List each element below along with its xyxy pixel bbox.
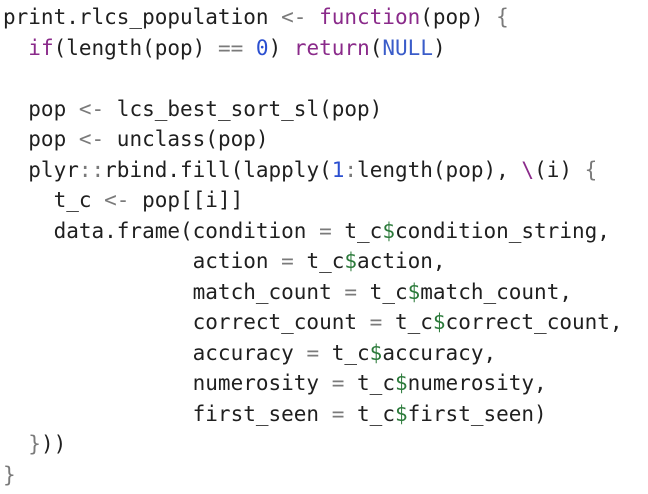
code-token-default	[243, 36, 256, 60]
code-token-dollar: $	[344, 249, 358, 273]
code-token-default: unclass(pop)	[104, 127, 269, 151]
code-token-default: numerosity,	[407, 371, 547, 395]
code-token-op: ::	[78, 157, 105, 182]
code-token-number: 0	[255, 35, 269, 60]
code-token-op: ==	[217, 35, 244, 60]
code-line: pop <- unclass(pop)	[3, 124, 648, 155]
code-line: pop <- lcs_best_sort_sl(pop)	[3, 94, 648, 125]
code-token-default: ))	[40, 432, 67, 456]
code-token-number: 1	[331, 157, 345, 182]
code-line: accuracy = t_c$accuracy,	[3, 338, 648, 369]
code-token-default: first_seen)	[407, 401, 547, 426]
code-line: correct_count = t_c$correct_count,	[3, 307, 648, 338]
code-token-op: <-	[268, 5, 320, 29]
code-token-default: t_c	[357, 279, 408, 304]
code-token-default: condition_string,	[394, 218, 610, 243]
code-token-default: pop[[i]]	[129, 188, 244, 212]
code-token-default: t_c	[344, 401, 395, 426]
code-token-keyword: \	[521, 157, 535, 182]
code-token-default: )	[268, 35, 294, 60]
code-token-op: =	[331, 401, 345, 426]
code-token-default	[3, 432, 28, 456]
code-line: first_seen = t_c$first_seen)	[3, 399, 648, 430]
code-token-dollar: $	[394, 401, 408, 426]
code-editor[interactable]: print.rlcs_population <- function(pop) {…	[0, 0, 648, 494]
code-token-default: length(pop),	[357, 157, 522, 182]
code-token-dollar: $	[432, 310, 446, 334]
code-token-op: <-	[104, 188, 130, 212]
code-token-default: (	[369, 35, 383, 60]
code-token-constant: NULL	[382, 35, 433, 60]
code-line: data.frame(condition = t_c$condition_str…	[3, 216, 648, 247]
code-token-default: accuracy,	[382, 340, 497, 365]
code-token-default: t_c	[382, 310, 433, 334]
code-token-op: =	[331, 371, 345, 395]
code-line: numerosity = t_c$numerosity,	[3, 368, 648, 399]
code-token-dollar: $	[382, 218, 395, 243]
code-token-default: lcs_best_sort_sl(pop)	[104, 96, 383, 121]
code-token-default: print.rlcs_population	[3, 5, 269, 29]
code-token-default: pop	[3, 127, 79, 151]
code-token-op: <-	[78, 96, 105, 121]
code-token-dollar: $	[369, 340, 383, 365]
code-token-default: plyr	[3, 157, 79, 182]
code-line: plyr::rbind.fill(lapply(1:length(pop), \…	[3, 155, 648, 186]
code-token-default: action,	[357, 249, 446, 273]
code-token-default: accuracy	[3, 340, 307, 365]
code-token-default: t_c	[319, 340, 370, 365]
code-token-dollar: $	[394, 371, 408, 395]
code-token-op: {	[496, 5, 509, 29]
code-token-default: pop	[3, 96, 79, 121]
code-token-op: =	[281, 249, 294, 273]
code-token-default: t_c	[344, 371, 395, 395]
code-token-default: t_c	[331, 218, 383, 243]
code-token-op: =	[319, 218, 332, 243]
code-token-default: (pop)	[420, 5, 497, 29]
code-line: }	[3, 460, 648, 491]
code-token-op: =	[369, 310, 383, 334]
code-token-dollar: $	[407, 279, 421, 304]
code-token-keyword: if	[28, 35, 54, 60]
code-token-op: }	[28, 432, 41, 456]
code-token-default: match_count	[3, 279, 345, 304]
code-token-op: <-	[78, 127, 105, 151]
code-token-default: correct_count,	[445, 310, 623, 334]
code-token-default: numerosity	[3, 371, 332, 395]
code-token-default: action	[3, 249, 282, 273]
code-token-default	[3, 36, 28, 60]
code-token-op: {	[584, 157, 598, 182]
code-token-default: t_c	[293, 249, 345, 273]
code-token-default: (i)	[534, 157, 585, 182]
code-line: action = t_c$action,	[3, 246, 648, 277]
code-line: match_count = t_c$match_count,	[3, 277, 648, 308]
code-token-default: t_c	[3, 188, 105, 212]
code-token-default: match_count,	[420, 279, 572, 304]
code-token-default: rbind.fill(lapply(	[104, 157, 332, 182]
code-line: print.rlcs_population <- function(pop) {	[3, 2, 648, 33]
code-token-default: )	[432, 35, 446, 60]
code-token-op: :	[344, 157, 358, 182]
code-token-keyword: return	[293, 35, 370, 60]
code-line: if(length(pop) == 0) return(NULL)	[3, 33, 648, 64]
code-line: t_c <- pop[[i]]	[3, 185, 648, 216]
code-token-default: data.frame(condition	[3, 218, 320, 243]
code-token-op: =	[306, 340, 320, 365]
code-token-default: correct_count	[3, 310, 370, 334]
code-token-keyword: function	[319, 5, 421, 29]
code-token-op: }	[3, 462, 16, 487]
code-line: }))	[3, 429, 648, 460]
code-token-op: =	[344, 279, 358, 304]
code-token-default: first_seen	[3, 401, 332, 426]
code-token-default: (length(pop)	[53, 35, 218, 60]
